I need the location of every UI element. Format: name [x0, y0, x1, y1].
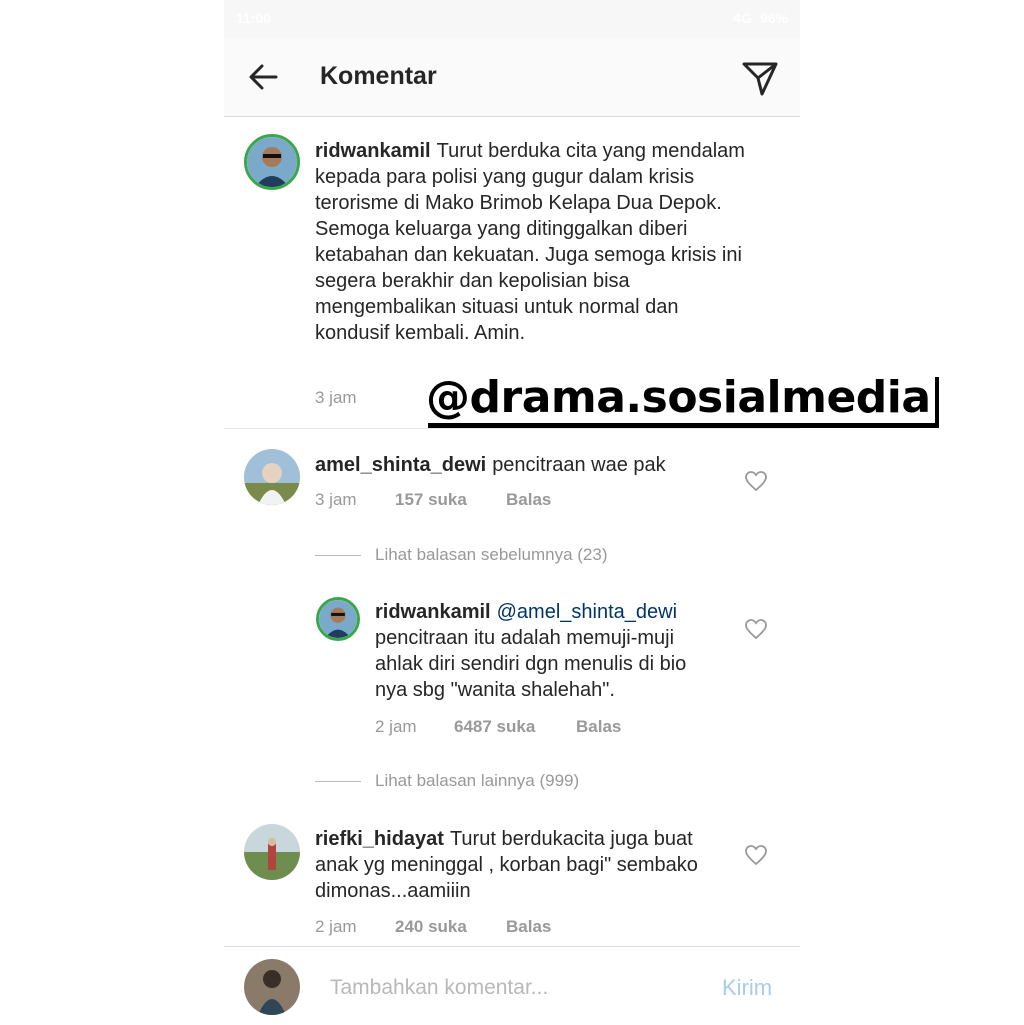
- heart-icon[interactable]: [744, 470, 768, 492]
- comment-time: 2 jam: [315, 917, 357, 936]
- comment-username[interactable]: amel_shinta_dewi: [315, 454, 486, 476]
- avatar[interactable]: [316, 597, 360, 641]
- reply-button[interactable]: Balas: [506, 490, 551, 510]
- caption-username[interactable]: ridwankamil: [315, 140, 431, 162]
- caption-divider: [224, 428, 800, 429]
- current-user-avatar-image: [244, 959, 300, 1015]
- network-label: 4G: [733, 10, 752, 26]
- comment-input[interactable]: [328, 975, 692, 1001]
- avatar[interactable]: [244, 449, 300, 505]
- view-more-replies[interactable]: Lihat balasan lainnya (999): [315, 771, 579, 791]
- view-previous-replies[interactable]: Lihat balasan sebelumnya (23): [315, 545, 607, 565]
- reply-button[interactable]: Balas: [576, 717, 621, 737]
- watermark: @drama.sosialmedia: [424, 372, 935, 423]
- comment-body: pencitraan wae pak: [492, 454, 666, 476]
- comment-likes[interactable]: 157 suka: [395, 490, 506, 510]
- comment-username[interactable]: riefki_hidayat: [315, 828, 444, 850]
- replies-line: [315, 554, 361, 556]
- send-button[interactable]: Kirim: [722, 975, 772, 1001]
- caption-text: ridwankamil Turut berduka cita yang menda…: [315, 138, 745, 346]
- view-more-replies-label: Lihat balasan lainnya (999): [375, 771, 580, 790]
- avatar[interactable]: [244, 134, 300, 190]
- comment-likes[interactable]: 240 suka: [395, 917, 506, 937]
- comment-meta: 3 jam 157 suka Balas: [315, 490, 551, 510]
- avatar: [244, 959, 300, 1015]
- caption-time: 3 jam: [315, 388, 357, 407]
- riefki-avatar-image: [244, 824, 300, 880]
- page-title: Komentar: [320, 62, 437, 90]
- reply-body: pencitraan itu adalah memuji-muji ahlak …: [375, 627, 687, 701]
- ridwankamil-reply-avatar-image: [319, 600, 357, 638]
- comment-composer: Kirim: [224, 946, 800, 1025]
- reply-mention[interactable]: @amel_shinta_dewi: [497, 601, 677, 623]
- phone-screen: 11:00 4G 96% Komentar ridwankamil Turut b…: [224, 0, 800, 1025]
- amel-avatar-image: [244, 449, 300, 505]
- avatar[interactable]: [244, 824, 300, 880]
- comment-text: amel_shinta_dewi pencitraan wae pak: [315, 452, 715, 478]
- status-right: 4G 96%: [733, 10, 788, 26]
- ridwankamil-avatar-image: [247, 137, 297, 187]
- reply-likes[interactable]: 6487 suka: [454, 717, 576, 737]
- comment-time: 3 jam: [315, 490, 357, 509]
- reply-time: 2 jam: [375, 717, 417, 736]
- caption-body: Turut berduka cita yang mendalam kepada …: [315, 140, 745, 344]
- back-arrow-icon[interactable]: [246, 60, 280, 94]
- battery-label: 96%: [759, 10, 788, 26]
- reply-username[interactable]: ridwankamil: [375, 601, 491, 623]
- caption-meta: 3 jam: [315, 388, 357, 408]
- status-bar: 11:00 4G 96%: [224, 0, 800, 38]
- app-header: Komentar: [224, 38, 800, 117]
- status-time: 11:00: [236, 10, 272, 26]
- heart-icon[interactable]: [744, 844, 768, 866]
- comment-text: riefki_hidayat Turut berdukacita juga bua…: [315, 826, 715, 904]
- reply-text: ridwankamil @amel_shinta_dewi pencitraan i…: [375, 599, 720, 703]
- view-previous-replies-label: Lihat balasan sebelumnya (23): [375, 545, 608, 564]
- heart-icon[interactable]: [744, 618, 768, 640]
- reply-button[interactable]: Balas: [506, 917, 551, 937]
- replies-line: [315, 780, 361, 782]
- direct-message-icon[interactable]: [740, 58, 780, 98]
- reply-meta: 2 jam 6487 suka Balas: [375, 717, 621, 737]
- comment-meta: 2 jam 240 suka Balas: [315, 917, 551, 937]
